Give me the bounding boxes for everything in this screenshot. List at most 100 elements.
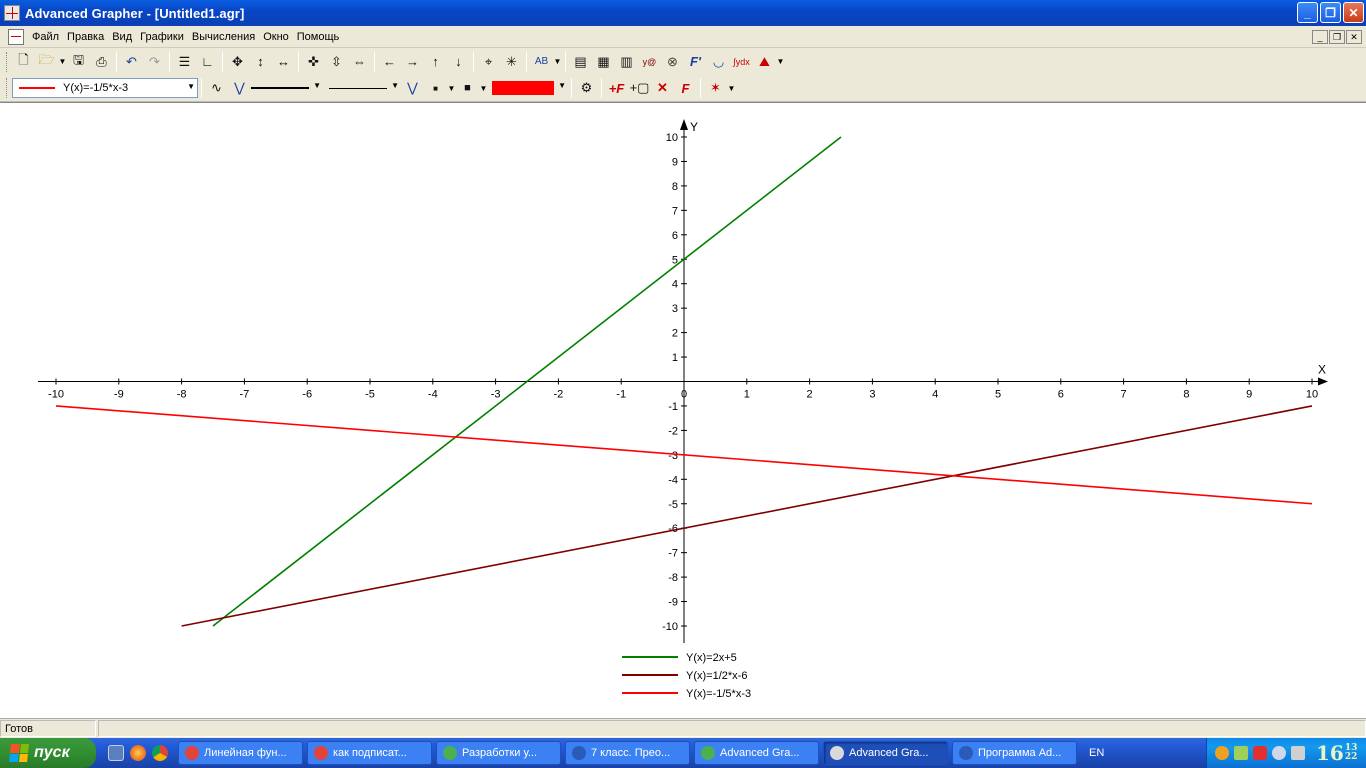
redo-icon[interactable]: ↷ [143,51,166,73]
zoom-in-all-icon[interactable]: ✜ [302,51,325,73]
taskbar-button[interactable]: Линейная фун... [178,741,303,765]
start-button[interactable]: пуск [0,738,96,768]
toolbar-grip[interactable] [6,78,9,98]
show-desktop-icon[interactable] [108,745,124,761]
network-icon[interactable] [1234,746,1248,760]
clock[interactable]: 16 13 22 [1316,741,1357,765]
menu-edit[interactable]: Правка [63,31,108,43]
separator [473,51,474,72]
status-bar: Готов [0,718,1366,738]
y-tick-label: 4 [672,279,678,291]
edit-graph-icon[interactable]: F [674,77,697,99]
document-icon[interactable] [8,28,24,45]
graph-select[interactable]: Y(x)=-1/5*x-3 ▼ [12,78,198,98]
arrow-left-icon[interactable]: ← [378,51,401,73]
update-icon[interactable] [1272,746,1286,760]
browser-icon[interactable] [130,745,146,761]
label-dropdown-icon[interactable]: ▼ [553,57,562,66]
system-tray: 16 13 22 [1206,738,1366,768]
open-dropdown-icon[interactable]: ▼ [58,57,67,66]
menu-view[interactable]: Вид [108,31,136,43]
menu-window[interactable]: Окно [259,31,293,43]
taskbar-button[interactable]: Advanced Gra... [823,741,948,765]
arrow-right-icon[interactable]: → [401,51,424,73]
save-icon[interactable]: 🖫 [67,51,90,73]
line-style-select[interactable]: ▼ [251,78,323,98]
taskbar-button[interactable]: Программа Ad... [952,741,1077,765]
print-icon[interactable]: ⎙ [90,51,113,73]
minimize-button[interactable]: _ [1297,2,1318,23]
arrow-up-icon[interactable]: ↑ [424,51,447,73]
quick-launch [108,745,168,761]
color-select[interactable]: ▼ [492,78,568,98]
curve-icon[interactable]: ◡ [707,51,730,73]
graph-properties-icon[interactable]: ⚙ [575,77,598,99]
move-all-icon[interactable]: ✥ [226,51,249,73]
undo-icon[interactable]: ↶ [120,51,143,73]
mdi-close-button[interactable]: ✕ [1346,30,1362,44]
y-tick-label: -3 [668,450,678,462]
calculator-icon[interactable]: ▦ [592,51,615,73]
smooth-line-icon[interactable]: ∿ [205,77,228,99]
area-icon[interactable]: ⛰ [753,51,776,73]
angle-line-icon[interactable]: ⋁ [228,77,251,99]
y-tick-label: 8 [672,181,678,193]
tray-app-icon[interactable] [1215,746,1229,760]
mdi-minimize-button[interactable]: _ [1312,30,1328,44]
language-indicator[interactable]: EN [1089,747,1104,759]
task-app-icon [572,746,586,760]
plot-area[interactable]: X Y -10 -9 -8 -7 -6 -5 -4 -3 -2 -1 0 1 2 3 4 5 6 7 8 9 10 10 9 8 7… [0,102,1366,718]
menu-bar: Файл Правка Вид Графики Вычисления Окно … [0,26,1366,48]
document-icon[interactable]: ▤ [569,51,592,73]
add-graph-icon[interactable]: +F [605,77,628,99]
taskbar-button[interactable]: 7 класс. Прео... [565,741,690,765]
close-button[interactable]: ✕ [1343,2,1364,23]
move-vertical-icon[interactable]: ↕ [249,51,272,73]
more-dropdown-icon[interactable]: ▼ [776,57,785,66]
menu-help[interactable]: Помощь [293,31,344,43]
taskbar-button[interactable]: как подписат... [307,741,432,765]
move-horizontal-icon[interactable]: ↔ [272,51,295,73]
table-icon[interactable]: ▥ [615,51,638,73]
marker-v-icon[interactable]: ⋁ [401,77,424,99]
separator [222,51,223,72]
add-table-icon[interactable]: +▢ [628,77,651,99]
snowflake-icon[interactable]: ✳ [500,51,523,73]
marker-dropdown-icon[interactable]: ▼ [447,84,456,93]
menu-file[interactable]: Файл [28,31,63,43]
axes-icon[interactable]: ∟ [196,51,219,73]
sparkle-icon[interactable]: ✶ [704,77,727,99]
shield-icon[interactable] [1253,746,1267,760]
taskbar-button[interactable]: Advanced Gra... [694,741,819,765]
integral-icon[interactable]: ∫ydx [730,51,753,73]
label-ab-icon[interactable]: AB [530,51,553,73]
crosshair-icon[interactable]: ⌖ [477,51,500,73]
zoom-vertical-icon[interactable]: ⇳ [325,51,348,73]
size-dropdown-icon[interactable]: ▼ [479,84,488,93]
arrow-down-icon[interactable]: ↓ [447,51,470,73]
line-width-select[interactable]: ▼ [329,78,401,98]
sparkle-dropdown-icon[interactable]: ▼ [727,84,736,93]
solve-icon[interactable]: y@ [638,51,661,73]
menu-graphs[interactable]: Графики [136,31,188,43]
app-icon[interactable] [4,5,20,21]
big-square-icon[interactable]: ■ [456,77,479,99]
separator [565,51,566,72]
list-icon[interactable]: ☰ [173,51,196,73]
open-folder-icon[interactable]: 🗁 [35,51,58,73]
zoom-horizontal-icon[interactable]: ⇔ [348,51,371,73]
toolbar-grip[interactable] [6,51,9,72]
x-tick-label: -10 [48,389,64,401]
graph-canvas[interactable]: XY-10 -9 -8 -7 -6 -5 -4 -3 -2 -1 0 1 2 3 4 5 6 7 8 9 1010987… [0,103,1366,717]
mdi-restore-button[interactable]: ❐ [1329,30,1345,44]
chrome-icon[interactable] [152,745,168,761]
small-square-icon[interactable]: ■ [424,77,447,99]
menu-calculations[interactable]: Вычисления [188,31,259,43]
taskbar-button[interactable]: Разработки у... [436,741,561,765]
new-file-icon[interactable]: 🗋 [12,51,35,73]
delete-graph-icon[interactable]: ✕ [651,77,674,99]
derivative-icon[interactable]: F' [684,51,707,73]
intersection-icon[interactable]: ⊗ [661,51,684,73]
volume-icon[interactable] [1291,746,1305,760]
restore-button[interactable]: ❐ [1320,2,1341,23]
